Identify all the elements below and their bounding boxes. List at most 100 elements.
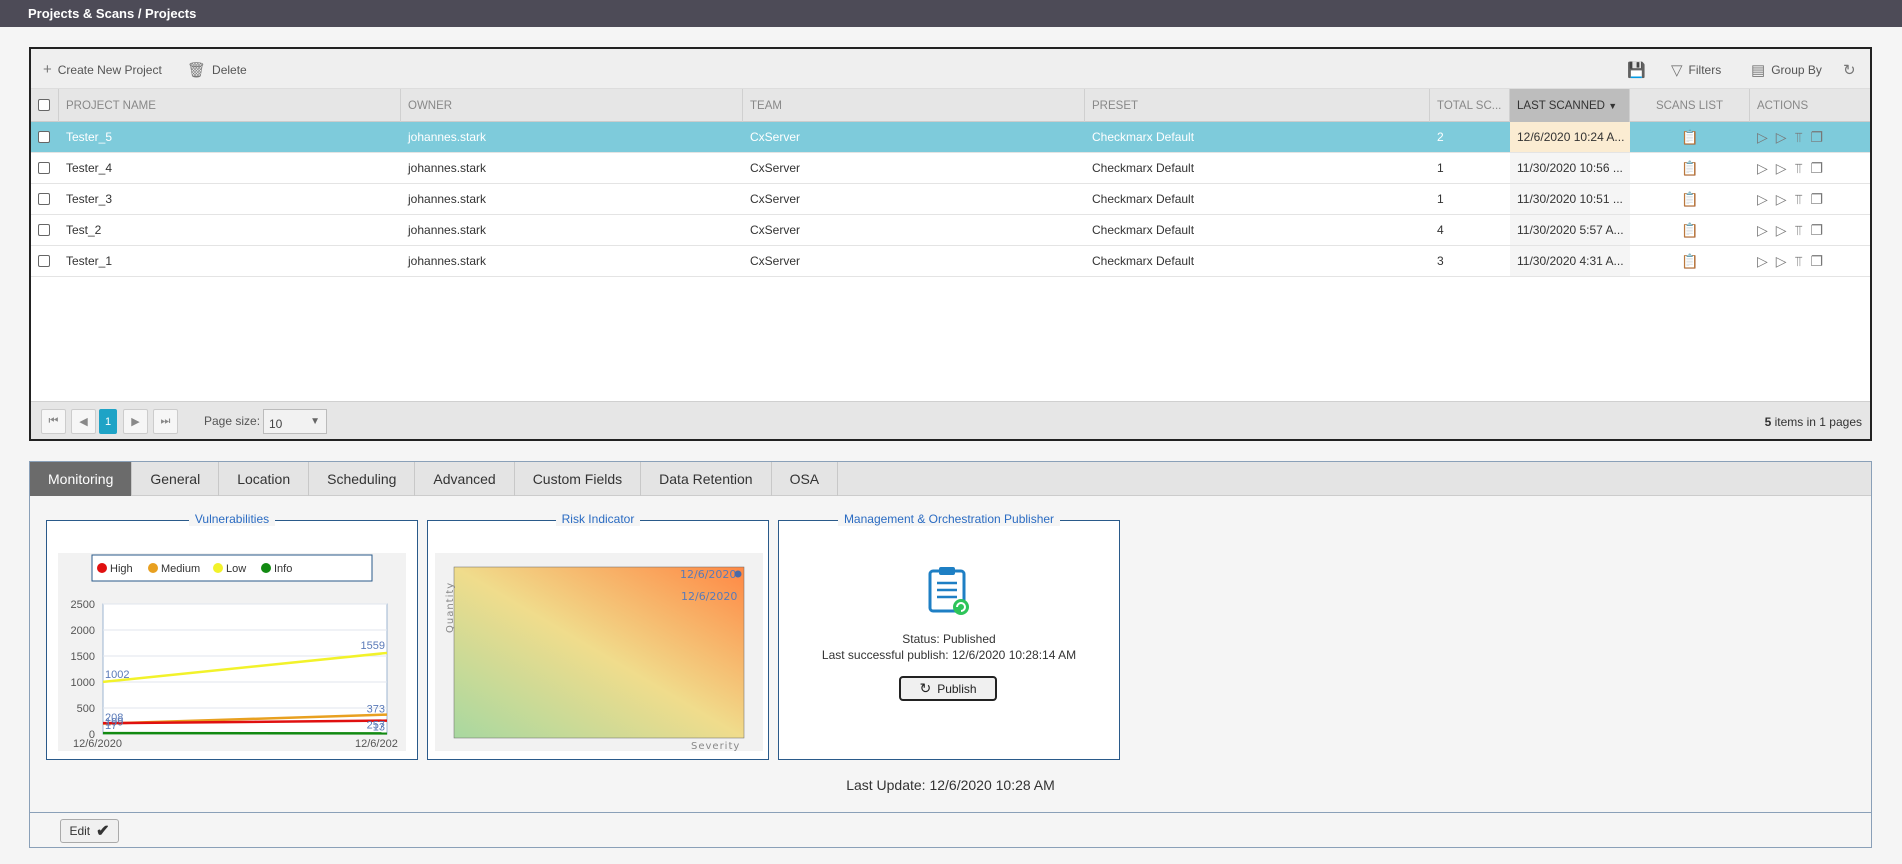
col-total-scans[interactable]: TOTAL SC... (1430, 89, 1510, 122)
tab-scheduling[interactable]: Scheduling (309, 462, 416, 496)
create-project-button[interactable]: + Create New Project (43, 61, 162, 78)
tab-custom-fields[interactable]: Custom Fields (515, 462, 642, 496)
dropdown-arrow-icon: ▼ (310, 416, 320, 427)
tab-advanced[interactable]: Advanced (415, 462, 515, 496)
tab-location[interactable]: Location (219, 462, 310, 496)
tab-osa[interactable]: OSA (772, 462, 839, 496)
copy-icon[interactable]: ❐ (1810, 253, 1823, 270)
x-tick-start: 12/6/2020 (73, 738, 122, 750)
prev-page-button[interactable]: ◀ (71, 409, 96, 434)
scans-list-icon[interactable]: 📋 (1681, 129, 1698, 145)
last-update-text: Last Update: 12/6/2020 10:28 AM (846, 777, 1055, 793)
data-label-info-end: 13 (373, 721, 385, 733)
col-project-name[interactable]: PROJECT NAME (59, 89, 401, 122)
copy-icon[interactable]: ❐ (1810, 222, 1823, 239)
project-name-cell[interactable]: Tester_5 (59, 130, 401, 144)
run-incremental-scan-icon[interactable]: ▷ (1776, 222, 1787, 239)
row-checkbox[interactable] (38, 131, 50, 143)
project-name-cell[interactable]: Tester_4 (59, 161, 401, 175)
copy-icon[interactable]: ❐ (1810, 160, 1823, 177)
row-select-cell (31, 193, 59, 205)
prev-page-icon: ◀ (79, 416, 88, 428)
branch-icon[interactable]: ⫪ (1795, 160, 1803, 177)
page-size-select[interactable]: 10 ▼ (263, 409, 327, 434)
tab-monitoring[interactable]: Monitoring (30, 462, 133, 496)
legend-marker-low[interactable] (213, 563, 223, 573)
row-checkbox[interactable] (38, 193, 50, 205)
group-by-label: Group By (1771, 63, 1822, 77)
page-1-button[interactable]: 1 (99, 409, 117, 434)
legend-marker-info[interactable] (261, 563, 271, 573)
scans-list-icon[interactable]: 📋 (1681, 191, 1698, 207)
tab-data-retention[interactable]: Data Retention (641, 462, 772, 496)
branch-icon[interactable]: ⫪ (1795, 129, 1803, 146)
total-scans-cell: 1 (1437, 192, 1444, 206)
vulnerabilities-box: Vulnerabilities High Medium Low Info 2500 20… (46, 512, 418, 760)
copy-icon[interactable]: ❐ (1810, 129, 1823, 146)
select-all-checkbox[interactable] (38, 99, 50, 111)
col-preset[interactable]: PRESET (1085, 89, 1430, 122)
export-button[interactable]: 💾 (1627, 61, 1646, 79)
row-select-cell (31, 131, 59, 143)
scans-list-icon[interactable]: 📋 (1681, 160, 1698, 176)
filters-button[interactable]: ▽ Filters (1671, 61, 1721, 79)
col-owner[interactable]: OWNER (401, 89, 743, 122)
risk-point-1[interactable] (734, 570, 742, 578)
scans-list-icon[interactable]: 📋 (1681, 253, 1698, 269)
run-scan-icon[interactable]: ▷ (1757, 222, 1768, 239)
legend-label-low: Low (226, 563, 246, 575)
first-page-button[interactable]: ⏮ (41, 409, 66, 434)
data-label-med-end: 373 (367, 704, 385, 716)
copy-icon[interactable]: ❐ (1810, 191, 1823, 208)
last-scanned-cell: 12/6/2020 10:24 A... (1510, 122, 1630, 152)
preset-cell: Checkmarx Default (1092, 161, 1195, 175)
col-team[interactable]: TEAM (743, 89, 1085, 122)
row-actions: ▷ ▷ ⫪ ❐ (1757, 191, 1863, 208)
project-name-cell[interactable]: Tester_3 (59, 192, 401, 206)
tab-general[interactable]: General (132, 462, 220, 496)
next-page-button[interactable]: ▶ (123, 409, 148, 434)
refresh-icon: ↻ (1843, 62, 1856, 79)
risk-point-label-2: 12/6/2020 (681, 590, 737, 603)
row-checkbox[interactable] (38, 162, 50, 174)
team-cell: CxServer (750, 161, 801, 175)
run-scan-icon[interactable]: ▷ (1757, 160, 1768, 177)
scans-list-icon[interactable]: 📋 (1681, 222, 1698, 238)
publisher-title-wrap: Management & Orchestration Publisher (779, 512, 1119, 526)
scans-list-cell: 📋 (1630, 253, 1750, 270)
run-incremental-scan-icon[interactable]: ▷ (1776, 191, 1787, 208)
table-row[interactable]: Tester_1 johannes.stark CxServer Checkmarx … (31, 246, 1870, 277)
run-incremental-scan-icon[interactable]: ▷ (1776, 253, 1787, 270)
project-name-cell[interactable]: Tester_1 (59, 254, 401, 268)
refresh-button[interactable]: ↻ (1843, 61, 1856, 79)
run-scan-icon[interactable]: ▷ (1757, 253, 1768, 270)
edit-button[interactable]: Edit ✔ (60, 819, 119, 843)
row-checkbox[interactable] (38, 255, 50, 267)
group-by-button[interactable]: ▤ Group By (1751, 61, 1822, 79)
branch-icon[interactable]: ⫪ (1795, 253, 1803, 270)
table-row[interactable]: Tester_3 johannes.stark CxServer Checkmarx … (31, 184, 1870, 215)
legend-marker-medium[interactable] (148, 563, 158, 573)
run-incremental-scan-icon[interactable]: ▷ (1776, 129, 1787, 146)
branch-icon[interactable]: ⫪ (1795, 191, 1803, 208)
risk-indicator-box: Risk Indicator Quantity Severity 12/6/20… (427, 512, 769, 760)
table-row[interactable]: Tester_4 johannes.stark CxServer Checkmarx … (31, 153, 1870, 184)
publish-button[interactable]: ↻ Publish (899, 676, 997, 701)
grid-header: PROJECT NAME OWNER TEAM PRESET TOTAL SC.… (31, 89, 1870, 122)
last-page-button[interactable]: ⏭ (153, 409, 178, 434)
preset-cell: Checkmarx Default (1092, 254, 1195, 268)
branch-icon[interactable]: ⫪ (1795, 222, 1803, 239)
table-row[interactable]: Tester_5 johannes.stark CxServer Checkmarx … (31, 122, 1870, 153)
run-scan-icon[interactable]: ▷ (1757, 129, 1768, 146)
risk-point-label-1: 12/6/2020 (680, 568, 736, 581)
legend-marker-high[interactable] (97, 563, 107, 573)
table-row[interactable]: Test_2 johannes.stark CxServer Checkmarx De… (31, 215, 1870, 246)
run-scan-icon[interactable]: ▷ (1757, 191, 1768, 208)
project-name-cell[interactable]: Test_2 (59, 223, 401, 237)
scans-list-cell: 📋 (1630, 129, 1750, 146)
row-checkbox[interactable] (38, 224, 50, 236)
col-last-scanned[interactable]: LAST SCANNED ▼ (1510, 89, 1630, 122)
run-incremental-scan-icon[interactable]: ▷ (1776, 160, 1787, 177)
row-actions: ▷ ▷ ⫪ ❐ (1757, 253, 1863, 270)
delete-button[interactable]: 🗑 Delete (187, 61, 247, 79)
